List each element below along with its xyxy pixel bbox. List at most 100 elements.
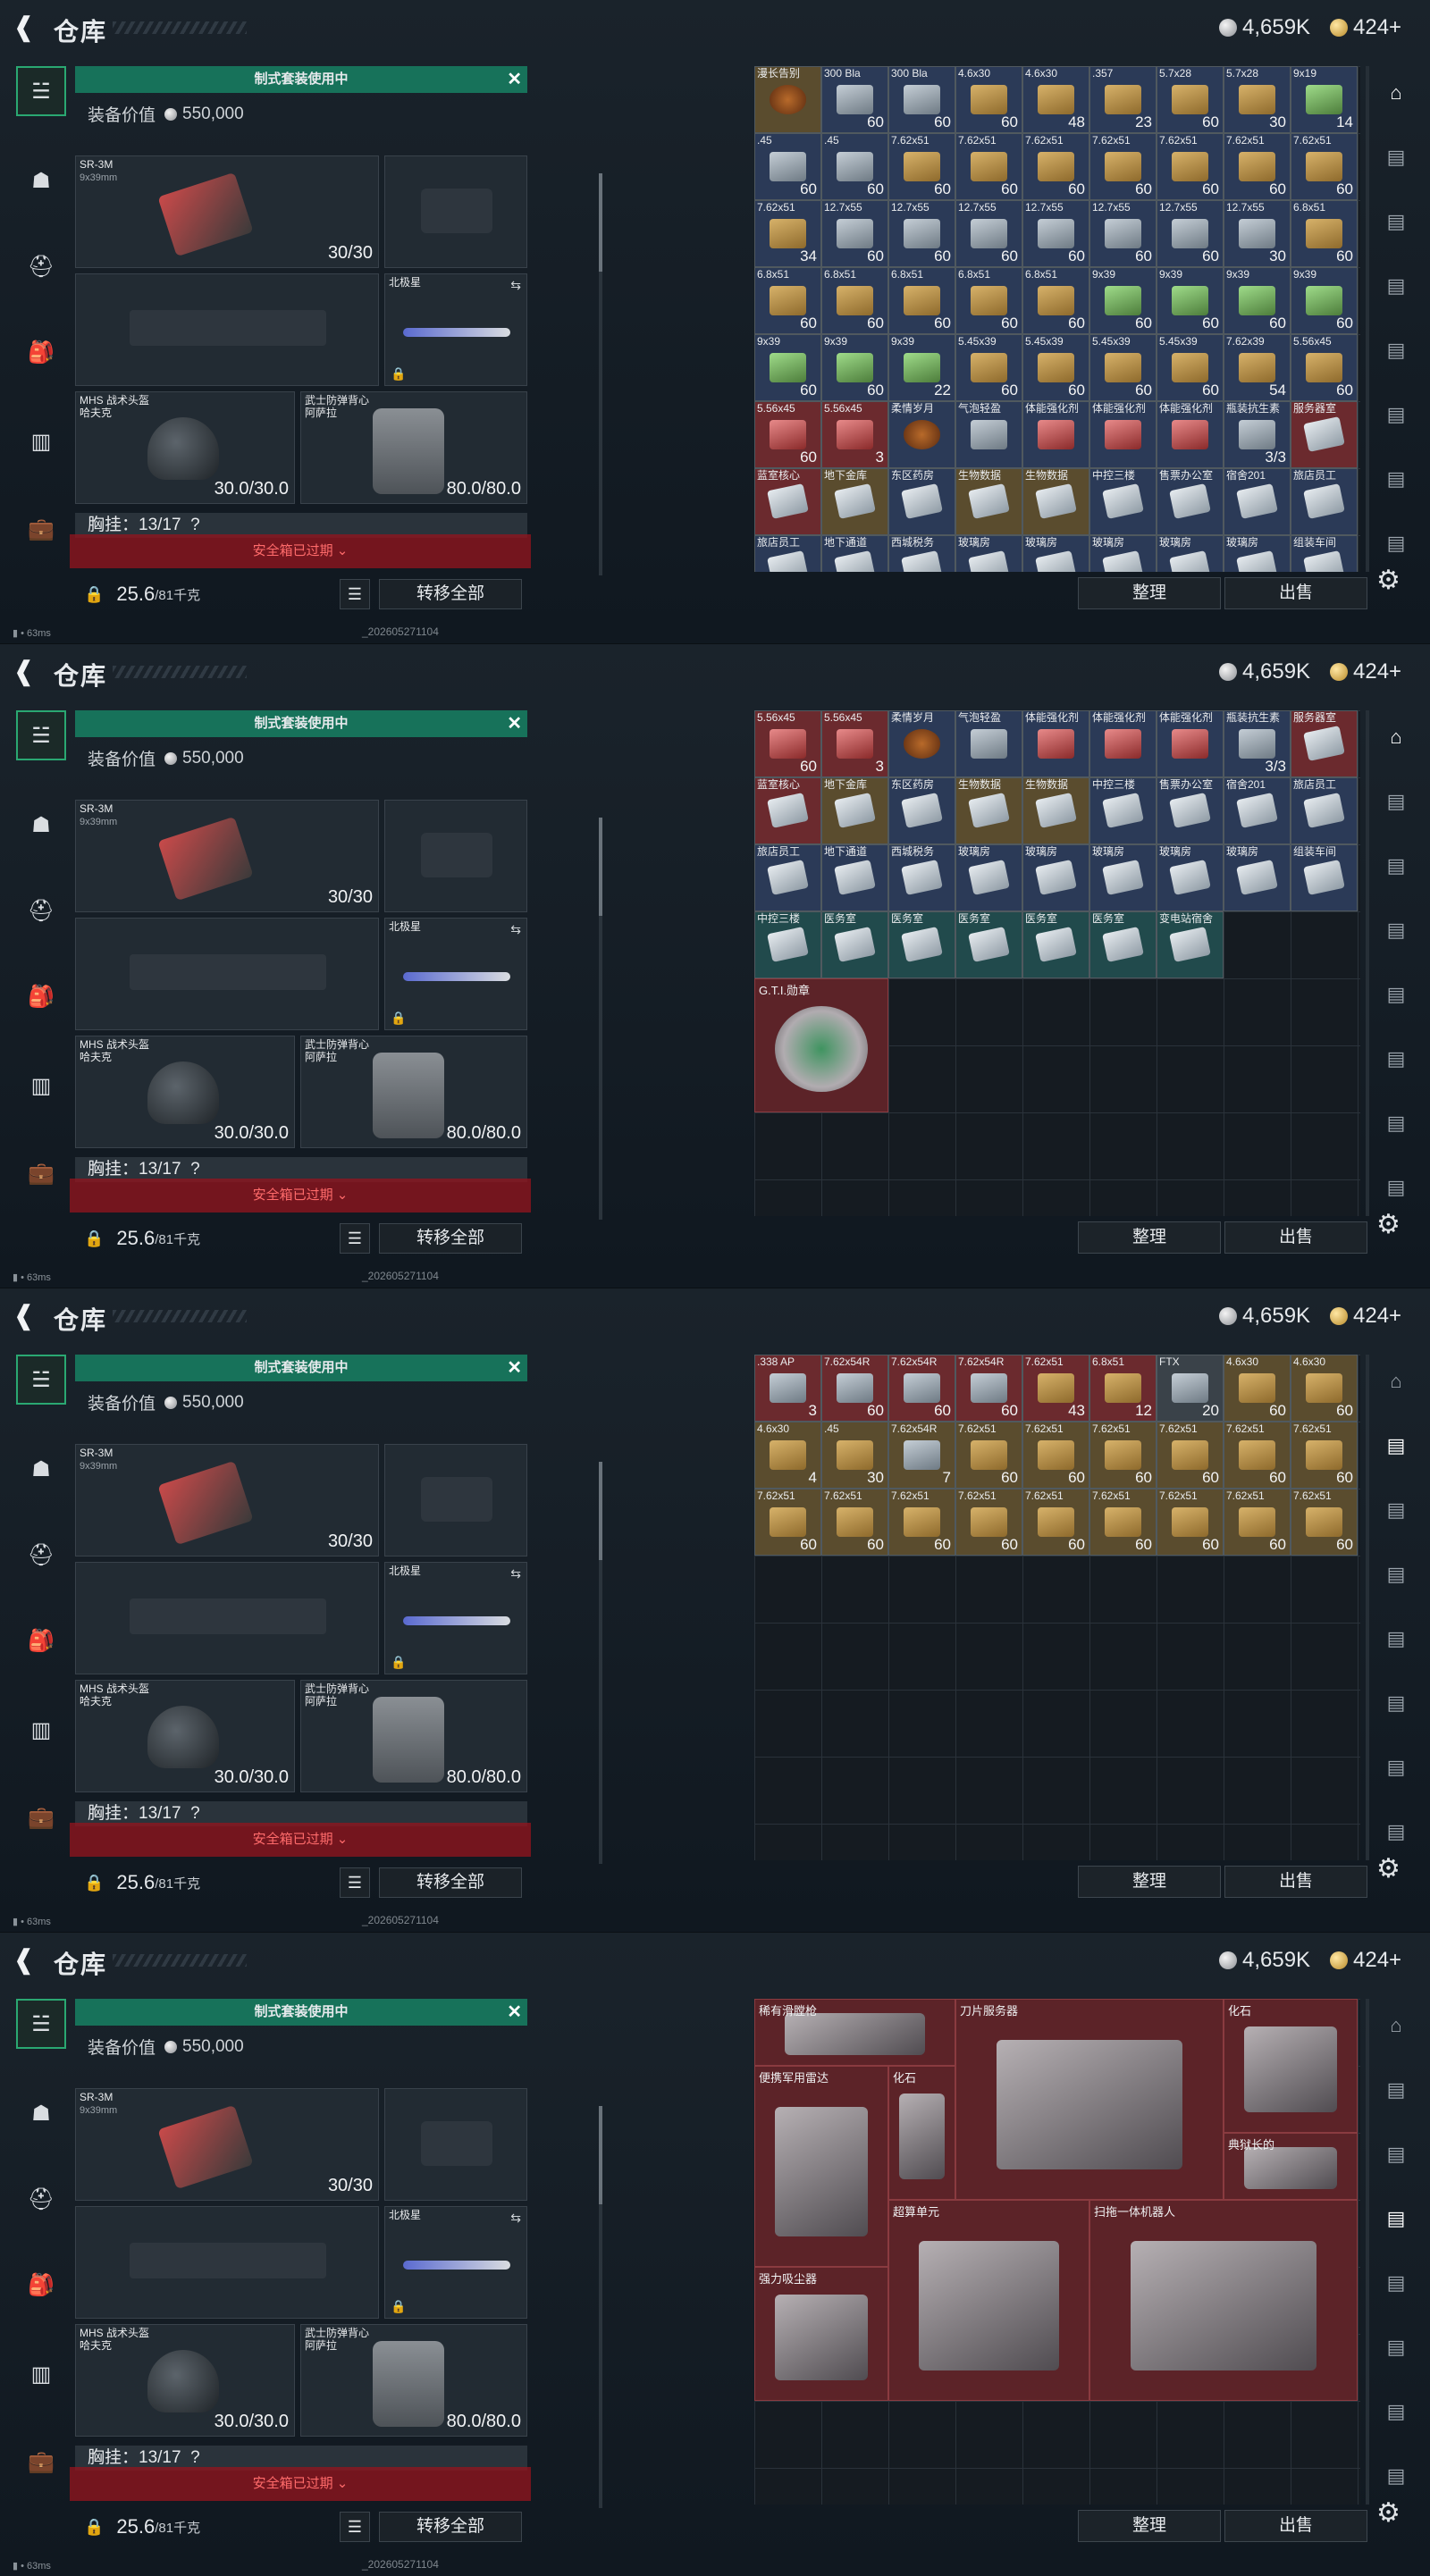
armor-icon[interactable]: ☗ <box>16 155 66 206</box>
inventory-item[interactable]: 生物数据 <box>955 777 1022 844</box>
tab2-icon[interactable]: ▤ <box>1376 846 1416 885</box>
tab2-icon[interactable]: ▤ <box>1376 2135 1416 2174</box>
inventory-item[interactable]: 医务室 <box>821 911 888 978</box>
inventory-item[interactable]: 玻璃房 <box>1022 535 1089 572</box>
melee-slot[interactable]: 北极星 ⇆ 🔒 <box>384 2206 527 2319</box>
gold-currency[interactable]: 424+ <box>1330 659 1401 685</box>
secondary-weapon-slot[interactable] <box>384 155 527 268</box>
tab6-icon[interactable]: ▤ <box>1376 1748 1416 1787</box>
tab6-icon[interactable]: ▤ <box>1376 2392 1416 2431</box>
inventory-item[interactable]: 6.8x51 60 <box>1022 267 1089 334</box>
inventory-item[interactable]: 7.62x51 60 <box>1157 1422 1224 1489</box>
inventory-item[interactable]: 7.62x51 60 <box>1089 1422 1157 1489</box>
inventory-item[interactable]: 7.62x51 60 <box>955 1422 1022 1489</box>
gold-currency[interactable]: 424+ <box>1330 14 1401 41</box>
rifle-slot[interactable] <box>75 1562 379 1674</box>
inventory-item[interactable]: 西城税务 <box>888 535 955 572</box>
tab4-icon[interactable]: ▤ <box>1376 975 1416 1014</box>
inventory-item[interactable]: 9x19 14 <box>1291 66 1358 133</box>
home-icon[interactable]: ⌂ <box>1376 2006 1416 2045</box>
inventory-item[interactable]: 12.7x55 60 <box>1089 200 1157 267</box>
tab1-icon[interactable]: ▤ <box>1376 2070 1416 2110</box>
large-collectible-item[interactable]: 扫拖一体机器人 <box>1089 2200 1358 2401</box>
loadout-scrollbar[interactable] <box>599 173 602 575</box>
safebox-expired-banner[interactable]: 安全箱已过期 ⌄ <box>70 534 531 568</box>
inventory-item[interactable]: 玻璃房 <box>1224 844 1291 911</box>
sell-button[interactable]: 出售 <box>1224 1221 1367 1254</box>
inventory-item[interactable]: 7.62x51 60 <box>1022 1422 1089 1489</box>
inventory-item[interactable]: 6.8x51 12 <box>1089 1355 1157 1422</box>
inventory-item[interactable]: 旅店员工 <box>754 535 821 572</box>
inventory-item[interactable]: 体能强化剂 <box>1022 401 1089 468</box>
large-collectible-item[interactable]: 典狱长的 <box>1224 2133 1358 2200</box>
inventory-item[interactable]: 6.8x51 60 <box>821 267 888 334</box>
melee-slot[interactable]: 北极星 ⇆ 🔒 <box>384 1562 527 1674</box>
large-collectible-item[interactable]: 化石 <box>1224 1999 1358 2133</box>
inventory-item[interactable]: 柔情岁月 <box>888 401 955 468</box>
help-icon[interactable]: ? <box>190 1160 200 1179</box>
inventory-item[interactable]: 宿舍201 <box>1224 777 1291 844</box>
inventory-item[interactable]: 地下金库 <box>821 468 888 535</box>
inventory-item[interactable]: 12.7x55 30 <box>1224 200 1291 267</box>
pistol-icon[interactable]: ☱ <box>16 66 66 116</box>
transfer-all-button[interactable]: 转移全部 <box>379 2512 522 2542</box>
armor-slot[interactable]: 武士防弹背心 阿萨拉 80.0/80.0 <box>300 1036 527 1148</box>
inventory-item[interactable]: 9x39 60 <box>821 334 888 401</box>
inventory-item[interactable]: 玻璃房 <box>955 535 1022 572</box>
inventory-item[interactable]: 玻璃房 <box>1157 535 1224 572</box>
swap-icon[interactable]: ⇆ <box>510 278 521 293</box>
inventory-item[interactable]: 7.62x51 60 <box>1224 133 1291 200</box>
inventory-item[interactable]: 7.62x54R 60 <box>888 1355 955 1422</box>
gear-icon[interactable]: ⚙ <box>1376 1853 1401 1889</box>
back-arrow-icon[interactable]: ❰ <box>13 1301 43 1331</box>
inventory-item[interactable]: .45 60 <box>754 133 821 200</box>
inventory-item[interactable]: 5.7x28 30 <box>1224 66 1291 133</box>
inventory-item[interactable]: 9x39 22 <box>888 334 955 401</box>
tab5-icon[interactable]: ▤ <box>1376 2328 1416 2367</box>
list-view-button[interactable]: ☰ <box>340 579 370 609</box>
sort-button[interactable]: 整理 <box>1078 1221 1221 1254</box>
inventory-item[interactable]: .357 23 <box>1089 66 1157 133</box>
inventory-item[interactable]: 5.7x28 60 <box>1157 66 1224 133</box>
inventory-item[interactable]: 4.6x30 60 <box>1291 1355 1358 1422</box>
help-icon[interactable]: ? <box>190 1804 200 1823</box>
warehouse-scrollbar[interactable] <box>1366 710 1369 1216</box>
tab4-icon[interactable]: ▤ <box>1376 331 1416 370</box>
inventory-item[interactable]: 300 Bla 60 <box>821 66 888 133</box>
inventory-item[interactable]: 生物数据 <box>955 468 1022 535</box>
inventory-item[interactable]: 7.62x51 60 <box>1224 1489 1291 1556</box>
inventory-item[interactable]: 售票办公室 <box>1157 777 1224 844</box>
inventory-item[interactable]: 医务室 <box>888 911 955 978</box>
sell-button[interactable]: 出售 <box>1224 1866 1367 1898</box>
inventory-item[interactable]: 9x39 60 <box>1157 267 1224 334</box>
inventory-item[interactable]: 7.62x51 60 <box>1022 1489 1089 1556</box>
inventory-item[interactable]: .45 60 <box>821 133 888 200</box>
inventory-item[interactable]: 4.6x30 4 <box>754 1422 821 1489</box>
large-collectible-item[interactable]: 稀有滑膛枪 <box>754 1999 955 2066</box>
armor-slot[interactable]: 武士防弹背心 阿萨拉 80.0/80.0 <box>300 2324 527 2437</box>
tab6-icon[interactable]: ▤ <box>1376 459 1416 499</box>
helmet-slot[interactable]: MHS 战术头盔 哈夫克 30.0/30.0 <box>75 391 295 504</box>
sort-button[interactable]: 整理 <box>1078 1866 1221 1898</box>
close-icon[interactable]: ✕ <box>507 1999 522 2026</box>
inventory-item[interactable]: 7.62x54R 60 <box>821 1355 888 1422</box>
backpack-icon[interactable]: 🎒 <box>16 971 66 1021</box>
inventory-item[interactable]: 玻璃房 <box>1089 535 1157 572</box>
warehouse-scrollbar[interactable] <box>1366 1999 1369 2505</box>
home-icon[interactable]: ⌂ <box>1376 1362 1416 1401</box>
inventory-item[interactable]: 地下通道 <box>821 535 888 572</box>
sell-button[interactable]: 出售 <box>1224 577 1367 609</box>
large-collectible-item[interactable]: 化石 <box>888 2066 955 2200</box>
close-icon[interactable]: ✕ <box>507 1355 522 1381</box>
safebox-expired-banner[interactable]: 安全箱已过期 ⌄ <box>70 1823 531 1857</box>
inventory-item[interactable]: 体能强化剂 <box>1089 401 1157 468</box>
briefcase-icon[interactable]: 💼 <box>16 2437 66 2487</box>
inventory-item[interactable]: 5.56x45 60 <box>754 401 821 468</box>
warehouse-scrollbar[interactable] <box>1366 1355 1369 1860</box>
inventory-item[interactable]: 7.62x51 60 <box>1157 133 1224 200</box>
inventory-item[interactable]: 服务器室 <box>1291 401 1358 468</box>
helmet-icon[interactable]: ⛑ <box>16 2174 66 2224</box>
inventory-item[interactable]: 西城税务 <box>888 844 955 911</box>
inventory-item[interactable]: 5.45x39 60 <box>955 334 1022 401</box>
safebox-expired-banner[interactable]: 安全箱已过期 ⌄ <box>70 1179 531 1212</box>
